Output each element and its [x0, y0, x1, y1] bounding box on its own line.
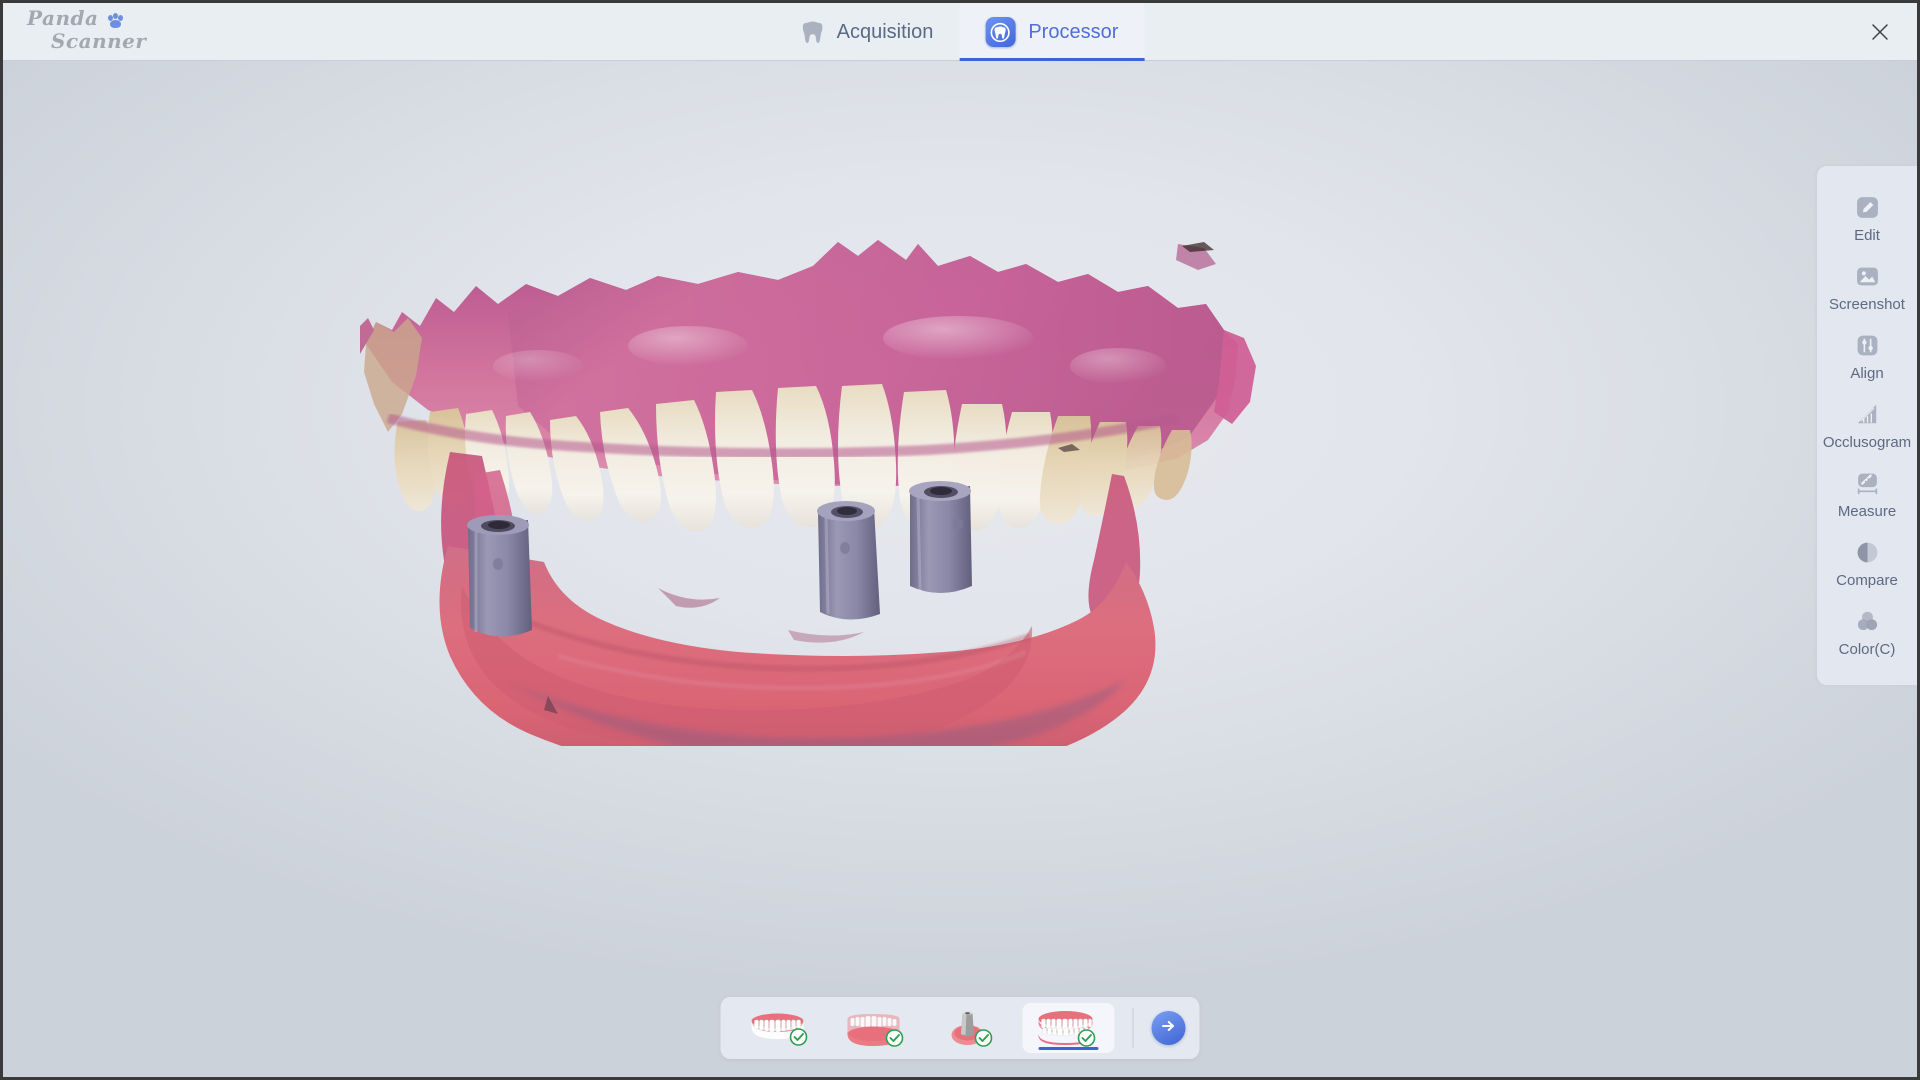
title-bar: Panda Scanner Acquisition Processor — [3, 3, 1917, 61]
paw-icon — [107, 13, 123, 28]
sidebar-item-edit-label: Edit — [1854, 227, 1880, 244]
sidebar-item-color[interactable]: Color(C) — [1817, 598, 1917, 667]
pencil-square-icon — [1854, 194, 1880, 220]
tooth-icon — [802, 20, 824, 45]
close-icon[interactable] — [1863, 15, 1897, 49]
sidebar-item-measure[interactable]: Measure — [1817, 460, 1917, 529]
thumbnail-bite-occlusion[interactable] — [1022, 1003, 1115, 1053]
stage-toolbar — [720, 997, 1200, 1059]
next-step-button[interactable] — [1151, 1011, 1186, 1045]
sidebar-item-compare[interactable]: Compare — [1817, 529, 1917, 598]
check-circle-icon — [1077, 1029, 1096, 1047]
application-window: Panda Scanner Acquisition Processor Edit… — [0, 0, 1920, 1080]
sidebar-item-occlusogram-label: Occlusogram — [1822, 434, 1912, 451]
sidebar-item-color-label: Color(C) — [1838, 641, 1896, 658]
sidebar-item-measure-label: Measure — [1837, 503, 1897, 520]
thumbnail-scanbody-implant[interactable] — [927, 1003, 1019, 1053]
sidebar-item-occlusogram[interactable]: Occlusogram — [1817, 391, 1917, 460]
logo-text-line1: Panda — [27, 6, 99, 30]
tab-acquisition[interactable]: Acquisition — [776, 3, 960, 61]
sidebar-item-screenshot[interactable]: Screenshot — [1817, 253, 1917, 322]
tab-acquisition-label: Acquisition — [836, 20, 934, 43]
3d-viewport[interactable]: Edit Screenshot Align Occlusogram Measur… — [3, 61, 1917, 1077]
thumbnail-upper-arch[interactable] — [735, 1003, 827, 1053]
thumbnail-lower-arch[interactable] — [831, 1003, 923, 1053]
logo-text-line2: Scanner — [51, 29, 147, 53]
arrow-right-icon — [1160, 1017, 1178, 1040]
tab-processor[interactable]: Processor — [959, 3, 1145, 61]
tooth-circle-icon — [985, 17, 1016, 47]
sidebar-item-screenshot-label: Screenshot — [1829, 296, 1905, 313]
check-circle-icon — [789, 1028, 808, 1046]
sidebar-item-align-label: Align — [1850, 365, 1884, 382]
sidebar-item-compare-label: Compare — [1836, 572, 1898, 589]
check-circle-icon — [885, 1029, 904, 1047]
tab-processor-label: Processor — [1028, 20, 1119, 43]
tools-sidebar: Edit Screenshot Align Occlusogram Measur… — [1817, 166, 1917, 685]
ruler-triangle-icon — [1854, 401, 1880, 427]
half-circle-icon — [1854, 539, 1880, 565]
caliper-icon — [1854, 470, 1880, 496]
sidebar-item-edit[interactable]: Edit — [1817, 184, 1917, 253]
color-circles-icon — [1854, 608, 1880, 634]
image-icon — [1854, 263, 1880, 289]
main-tabs: Acquisition Processor — [776, 3, 1145, 61]
app-logo: Panda Scanner — [25, 8, 205, 56]
check-circle-icon — [974, 1029, 993, 1047]
dental-scan-3d-model[interactable] — [358, 226, 1258, 746]
toolbar-divider — [1132, 1008, 1134, 1048]
sliders-icon — [1854, 332, 1880, 358]
sidebar-item-align[interactable]: Align — [1817, 322, 1917, 391]
